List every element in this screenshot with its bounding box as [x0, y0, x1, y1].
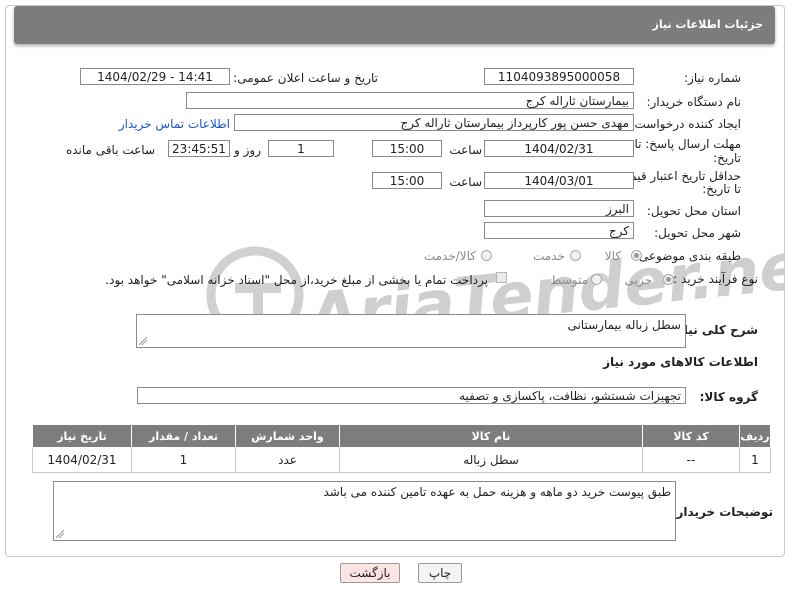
category-option-goods-service: کالا/خدمت [423, 249, 476, 263]
creator-field: مهدی حسن پور کارپرداز بیمارستان ثاراله ک… [234, 114, 634, 131]
buyer-notes-text: طبق پیوست خرید دو ماهه و هزینه حمل به عه… [323, 485, 671, 499]
category-radio-goods[interactable] [631, 250, 642, 261]
need-number-label: شماره نیاز: [684, 71, 741, 85]
goods-group-label: گروه کالا: [699, 390, 758, 404]
process-option-minor: جزیی [624, 273, 652, 287]
resize-grip-icon[interactable] [139, 337, 147, 345]
price-validity-label-2: تا تاریخ: [702, 182, 741, 196]
buyer-org-label: نام دستگاه خریدار: [646, 95, 742, 109]
resize-grip-icon[interactable] [56, 530, 64, 538]
cell-quantity: 1 [131, 447, 236, 473]
goods-info-title: اطلاعات کالاهای مورد نیاز [603, 355, 758, 369]
process-radio-minor[interactable] [663, 274, 674, 285]
province-label: استان محل تحویل: [646, 204, 741, 218]
col-quantity: تعداد / مقدار [131, 424, 236, 448]
col-row-number: ردیف [739, 424, 771, 448]
category-radio-service[interactable] [570, 250, 581, 261]
reply-deadline-label: مهلت ارسال پاسخ: تا [634, 137, 741, 151]
buyer-org-field: بیمارستان ثاراله کرج [186, 92, 634, 109]
city-label: شهر محل تحویل: [654, 226, 741, 240]
cell-row-number: 1 [739, 447, 771, 473]
print-button[interactable]: چاپ [418, 563, 462, 583]
category-option-service: خدمت [533, 249, 565, 263]
payment-treasury-checkbox[interactable] [496, 272, 507, 283]
process-option-medium: متوسط [550, 273, 588, 287]
page-header: جزئیات اطلاعات نیاز [14, 6, 775, 44]
price-time-label: ساعت [449, 175, 482, 189]
goods-table: ردیف کد کالا نام کالا واحد شمارش تعداد /… [32, 424, 771, 473]
col-goods-code: کد کالا [642, 424, 740, 448]
buyer-contact-link[interactable]: اطلاعات تماس خریدار [119, 117, 230, 131]
col-goods-name: نام کالا [339, 424, 643, 448]
price-date-field: 1404/03/01 [484, 172, 634, 189]
city-field: کرج [484, 222, 634, 239]
category-radio-goods-service[interactable] [481, 250, 492, 261]
goods-group-field: تجهیزات شستشو، نظافت، پاکسازی و تصفیه [137, 387, 686, 404]
remaining-label: ساعت باقی مانده [65, 143, 155, 157]
buyer-notes-textarea: طبق پیوست خرید دو ماهه و هزینه حمل به عه… [53, 481, 676, 541]
buyer-notes-label: توضیحات خریدار: [671, 505, 773, 519]
cell-unit: عدد [235, 447, 340, 473]
payment-treasury-note: پرداخت تمام یا بخشی از مبلغ خرید،از محل … [105, 273, 488, 287]
days-field: 1 [268, 140, 334, 157]
process-label: نوع فرآیند خرید : [673, 272, 758, 286]
remaining-time-field: 23:45:51 [168, 140, 230, 157]
summary-text: سطل زباله بیمارستانی [567, 318, 681, 332]
need-number-field: 1104093895000058 [484, 68, 634, 85]
summary-textarea: سطل زباله بیمارستانی [136, 314, 686, 348]
col-need-date: تاریخ نیاز [32, 424, 132, 448]
reply-time-field: 15:00 [372, 140, 442, 157]
reply-deadline-label-2: تاریخ: [713, 151, 741, 165]
table-header-row: ردیف کد کالا نام کالا واحد شمارش تعداد /… [32, 424, 771, 448]
cell-goods-code: -- [642, 447, 740, 473]
cell-need-date: 1404/02/31 [32, 447, 132, 473]
page-title: جزئیات اطلاعات نیاز [652, 18, 764, 31]
col-unit: واحد شمارش [235, 424, 340, 448]
category-label: طبقه بندی موضوعی: [634, 249, 741, 263]
reply-date-field: 1404/02/31 [484, 140, 634, 157]
back-button[interactable]: بازگشت [340, 563, 400, 583]
creator-label: ایجاد کننده درخواست: [630, 117, 741, 131]
category-option-goods: کالا [604, 249, 621, 263]
days-label: روز و [234, 143, 261, 157]
announce-field: 1404/02/29 - 14:41 [80, 68, 230, 85]
table-row: 1 -- سطل زباله عدد 1 1404/02/31 [32, 447, 771, 473]
cell-goods-name: سطل زباله [339, 447, 643, 473]
announce-label: تاریخ و ساعت اعلان عمومی: [233, 71, 378, 85]
reply-time-label: ساعت [449, 143, 482, 157]
process-radio-medium[interactable] [591, 274, 602, 285]
province-field: البرز [484, 200, 634, 217]
price-time-field: 15:00 [372, 172, 442, 189]
